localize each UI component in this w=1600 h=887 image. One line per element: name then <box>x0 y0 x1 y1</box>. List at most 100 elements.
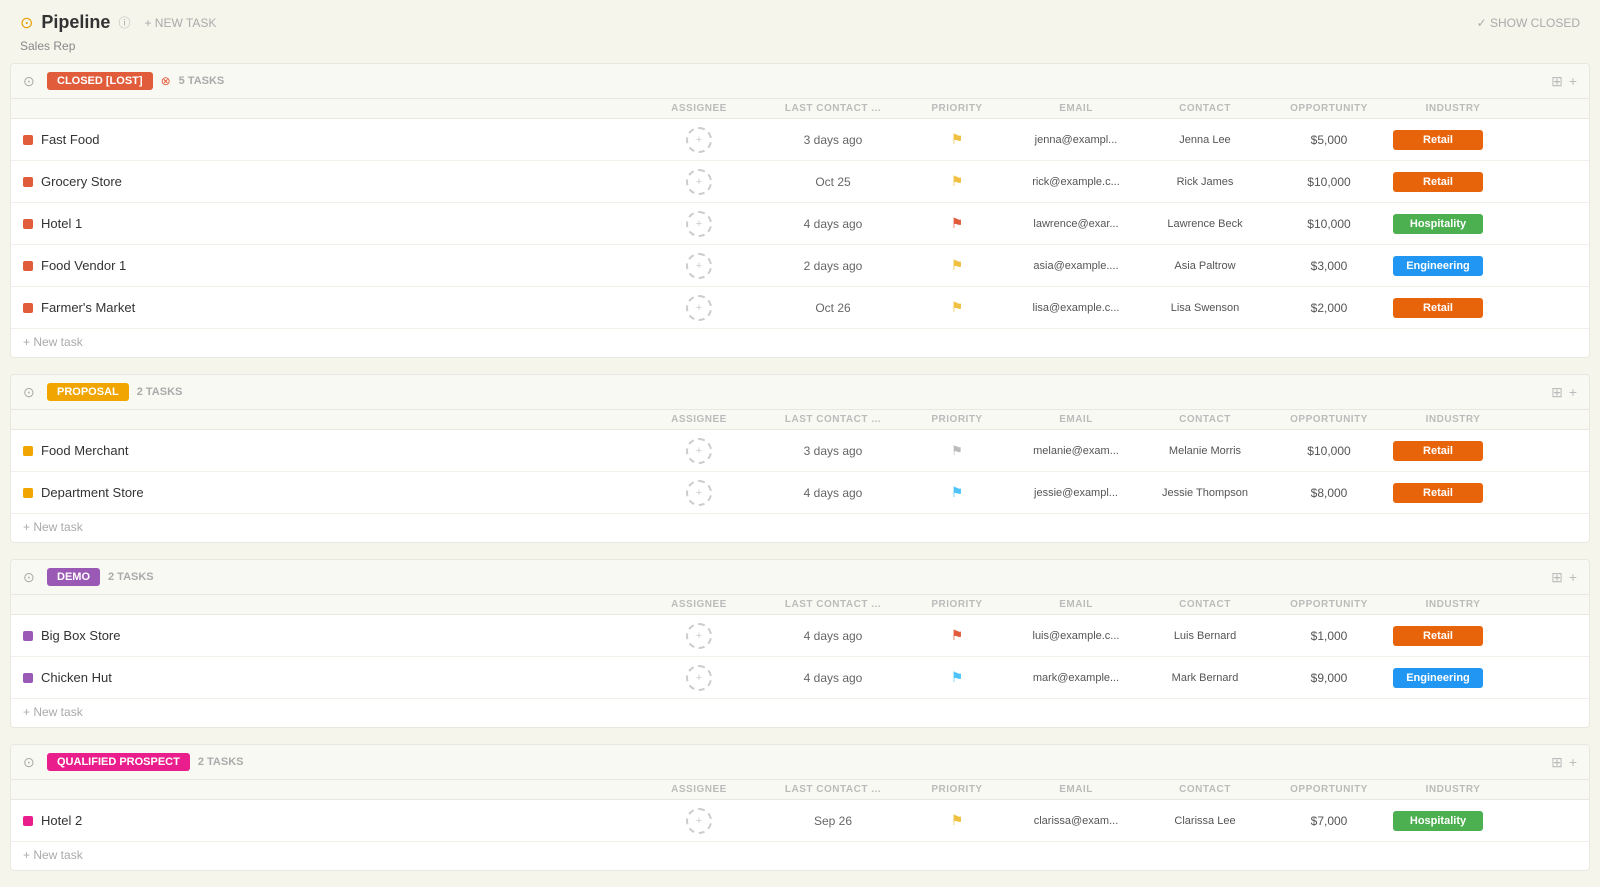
priority-cell: ⚑ <box>907 131 1007 148</box>
add-icon-qualified-prospect[interactable]: + <box>1569 754 1577 770</box>
contact-cell: Asia Paltrow <box>1145 260 1265 272</box>
table-row[interactable]: Hotel 1 + 4 days ago ⚑ lawrence@exar... … <box>11 203 1589 245</box>
task-name[interactable]: Department Store <box>41 485 144 500</box>
assignee-cell: + <box>639 211 759 237</box>
closed-icon: ⊗ <box>161 74 171 88</box>
grid-icon-proposal[interactable]: ⊞ <box>1551 384 1563 401</box>
avatar[interactable]: + <box>686 211 712 237</box>
table-row[interactable]: Department Store + 4 days ago ⚑ jessie@e… <box>11 472 1589 514</box>
task-name[interactable]: Big Box Store <box>41 628 121 643</box>
col-industry: INDUSTRY <box>1393 103 1513 114</box>
table-row[interactable]: Farmer's Market + Oct 26 ⚑ lisa@example.… <box>11 287 1589 329</box>
group-chevron-proposal[interactable]: ⊙ <box>23 384 39 401</box>
table-row[interactable]: Food Vendor 1 + 2 days ago ⚑ asia@exampl… <box>11 245 1589 287</box>
col-last-contact: LAST CONTACT ... <box>763 784 903 795</box>
priority-cell: ⚑ <box>907 257 1007 274</box>
task-name[interactable]: Chicken Hut <box>41 670 112 685</box>
contact-cell: Luis Bernard <box>1145 630 1265 642</box>
priority-cell: ⚑ <box>907 627 1007 644</box>
group-closed-lost: ⊙ CLOSED [LOST] ⊗ 5 TASKS ⊞ + ASSIGNEE L… <box>10 63 1590 358</box>
header-new-task-btn[interactable]: + NEW TASK <box>138 14 222 32</box>
table-row[interactable]: Hotel 2 + Sep 26 ⚑ clarissa@exam... Clar… <box>11 800 1589 842</box>
industry-cell: Hospitality <box>1393 214 1513 234</box>
industry-badge: Hospitality <box>1393 214 1483 234</box>
col-opportunity: OPPORTUNITY <box>1269 599 1389 610</box>
col-opportunity: OPPORTUNITY <box>1269 784 1389 795</box>
email-cell: rick@example.c... <box>1011 176 1141 188</box>
group-header-demo: ⊙ DEMO 2 TASKS ⊞ + <box>11 560 1589 595</box>
add-icon-demo[interactable]: + <box>1569 569 1577 585</box>
new-task-row[interactable]: + New task <box>11 514 1589 542</box>
task-name-cell: Big Box Store <box>23 628 635 643</box>
info-icon[interactable]: ⓘ <box>118 14 130 31</box>
priority-cell: ⚑ <box>907 443 1007 459</box>
new-task-row[interactable]: + New task <box>11 329 1589 357</box>
last-contact-cell: 2 days ago <box>763 259 903 273</box>
pipeline-chevron[interactable]: ⊙ <box>20 13 33 33</box>
industry-cell: Engineering <box>1393 668 1513 688</box>
avatar[interactable]: + <box>686 480 712 506</box>
last-contact-cell: 4 days ago <box>763 671 903 685</box>
table-row[interactable]: Big Box Store + 4 days ago ⚑ luis@exampl… <box>11 615 1589 657</box>
task-name-cell: Chicken Hut <box>23 670 635 685</box>
show-closed-btn[interactable]: ✓ SHOW CLOSED <box>1477 16 1580 30</box>
task-name[interactable]: Fast Food <box>41 132 100 147</box>
avatar[interactable]: + <box>686 169 712 195</box>
new-task-row[interactable]: + New task <box>11 699 1589 727</box>
col-assignee: ASSIGNEE <box>639 414 759 425</box>
industry-badge: Retail <box>1393 441 1483 461</box>
avatar[interactable]: + <box>686 253 712 279</box>
assignee-cell: + <box>639 438 759 464</box>
sub-label: Sales Rep <box>20 39 75 53</box>
industry-badge: Retail <box>1393 298 1483 318</box>
col-last-contact: LAST CONTACT ... <box>763 414 903 425</box>
add-icon-proposal[interactable]: + <box>1569 384 1577 400</box>
group-actions-demo: ⊞ + <box>1551 569 1577 586</box>
assignee-cell: + <box>639 665 759 691</box>
avatar[interactable]: + <box>686 665 712 691</box>
table-row[interactable]: Grocery Store + Oct 25 ⚑ rick@example.c.… <box>11 161 1589 203</box>
avatar[interactable]: + <box>686 808 712 834</box>
group-chevron-closed-lost[interactable]: ⊙ <box>23 73 39 90</box>
industry-cell: Retail <box>1393 130 1513 150</box>
group-label-proposal[interactable]: PROPOSAL <box>47 383 129 401</box>
avatar[interactable]: + <box>686 127 712 153</box>
contact-cell: Mark Bernard <box>1145 672 1265 684</box>
assignee-cell: + <box>639 480 759 506</box>
task-name[interactable]: Grocery Store <box>41 174 122 189</box>
avatar[interactable]: + <box>686 623 712 649</box>
task-name[interactable]: Food Merchant <box>41 443 128 458</box>
col-last-contact: LAST CONTACT ... <box>763 599 903 610</box>
grid-icon-closed-lost[interactable]: ⊞ <box>1551 73 1563 90</box>
avatar[interactable]: + <box>686 438 712 464</box>
task-dot <box>23 488 33 498</box>
col-contact: CONTACT <box>1145 414 1265 425</box>
task-name-cell: Farmer's Market <box>23 300 635 315</box>
add-icon-closed-lost[interactable]: + <box>1569 73 1577 89</box>
contact-cell: Melanie Morris <box>1145 445 1265 457</box>
task-dot <box>23 177 33 187</box>
page-header: ⊙ Pipeline ⓘ + NEW TASK ✓ SHOW CLOSED <box>0 0 1600 37</box>
group-label-qualified-prospect[interactable]: QUALIFIED PROSPECT <box>47 753 190 771</box>
table-row[interactable]: Food Merchant + 3 days ago ⚑ melanie@exa… <box>11 430 1589 472</box>
task-name[interactable]: Farmer's Market <box>41 300 135 315</box>
group-label-demo[interactable]: DEMO <box>47 568 100 586</box>
col-task <box>23 103 635 114</box>
task-name[interactable]: Hotel 1 <box>41 216 82 231</box>
group-chevron-demo[interactable]: ⊙ <box>23 569 39 586</box>
table-row[interactable]: Chicken Hut + 4 days ago ⚑ mark@example.… <box>11 657 1589 699</box>
new-task-row[interactable]: + New task <box>11 842 1589 870</box>
group-label-closed-lost[interactable]: CLOSED [LOST] <box>47 72 153 90</box>
table-row[interactable]: Fast Food + 3 days ago ⚑ jenna@exampl...… <box>11 119 1589 161</box>
task-name[interactable]: Food Vendor 1 <box>41 258 126 273</box>
col-priority: PRIORITY <box>907 414 1007 425</box>
industry-cell: Engineering <box>1393 256 1513 276</box>
task-dot <box>23 303 33 313</box>
grid-icon-qualified-prospect[interactable]: ⊞ <box>1551 754 1563 771</box>
industry-badge: Engineering <box>1393 668 1483 688</box>
task-name-cell: Department Store <box>23 485 635 500</box>
group-chevron-qualified-prospect[interactable]: ⊙ <box>23 754 39 771</box>
grid-icon-demo[interactable]: ⊞ <box>1551 569 1563 586</box>
opportunity-cell: $10,000 <box>1269 217 1389 231</box>
avatar[interactable]: + <box>686 295 712 321</box>
